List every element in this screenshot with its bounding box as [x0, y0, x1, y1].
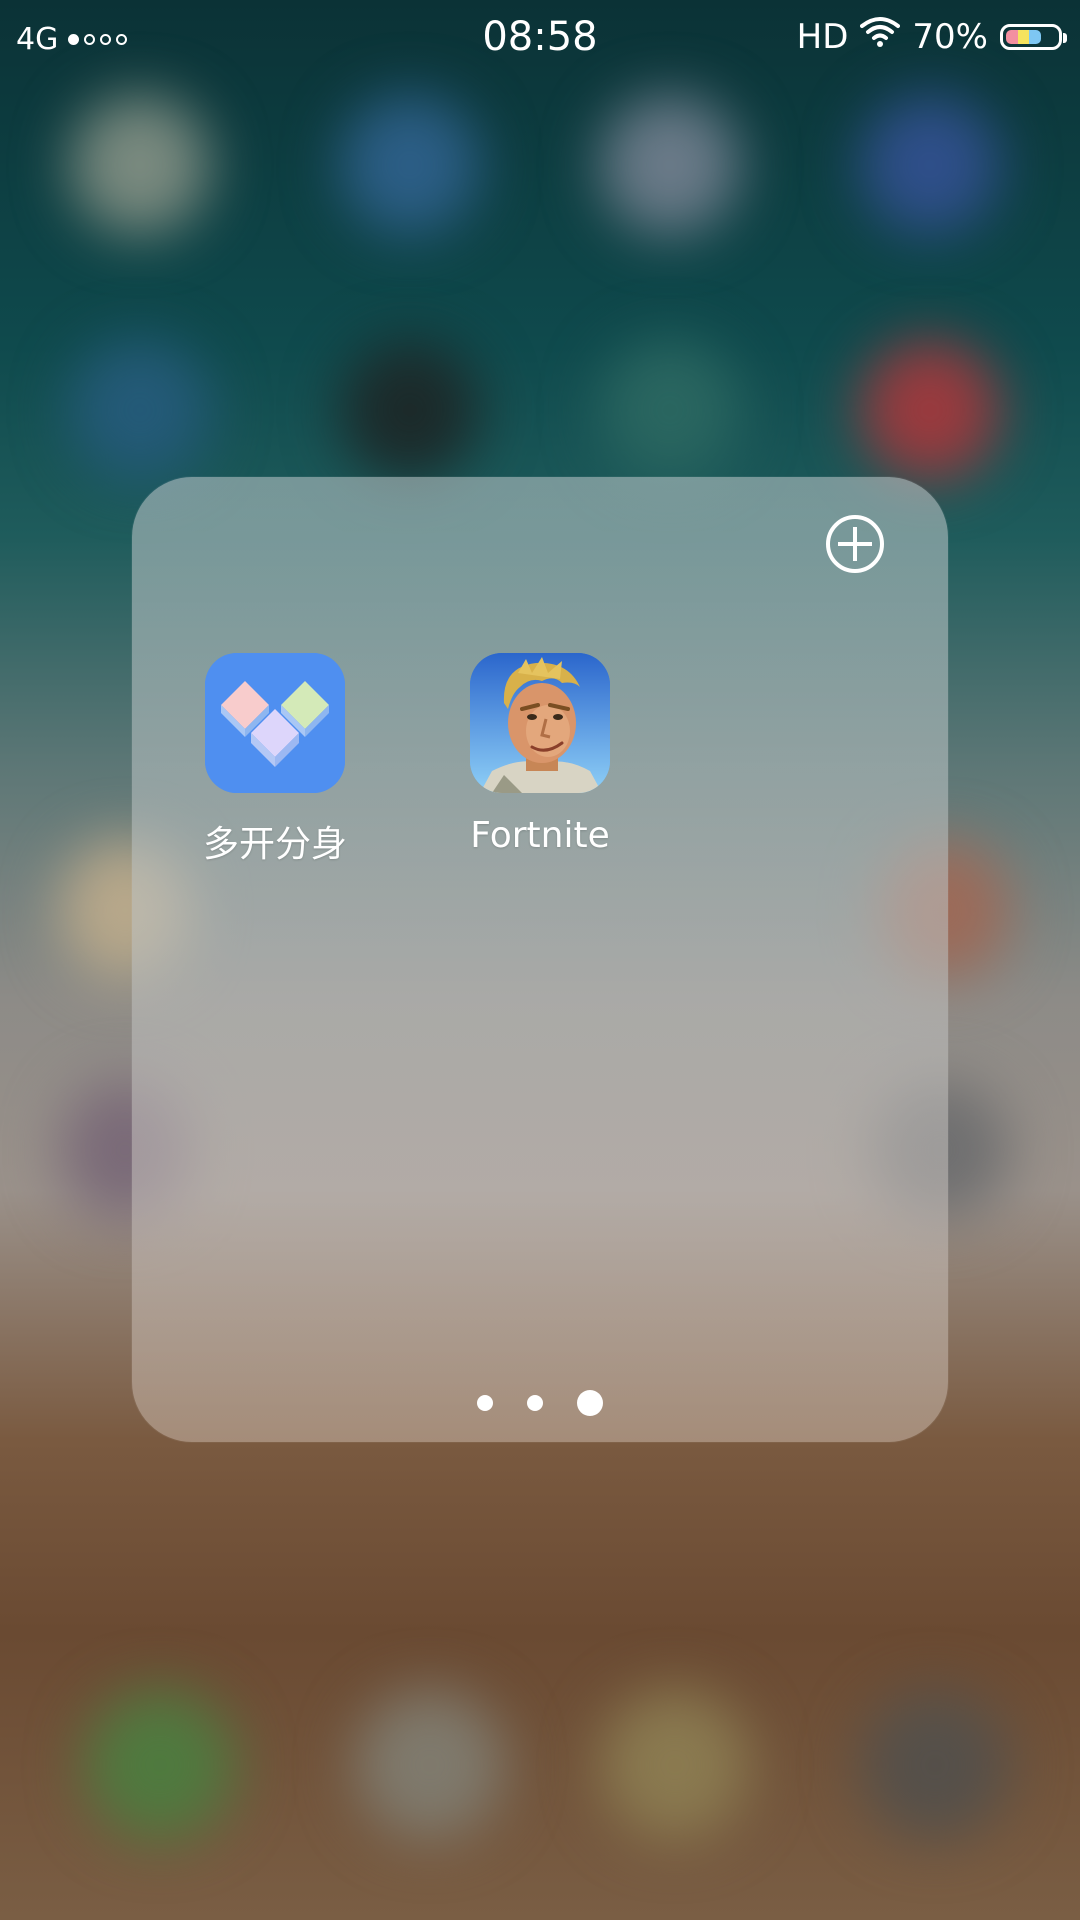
- page-dot[interactable]: [477, 1395, 493, 1411]
- blurred-app-icon: [340, 340, 480, 480]
- home-screen: 4G 08:58 HD 70% 多开分身 Fortnite: [0, 0, 1080, 1920]
- blurred-app-icon: [600, 340, 740, 480]
- fortnite-app-icon[interactable]: [470, 653, 610, 793]
- wifi-icon: [860, 16, 901, 57]
- hd-indicator: HD: [796, 16, 849, 57]
- battery-level: [1006, 29, 1041, 44]
- plus-circle-icon[interactable]: [826, 515, 884, 573]
- blurred-app-icon: [600, 95, 740, 235]
- battery-percent: 70%: [912, 16, 988, 57]
- multi-clone-app-icon[interactable]: [205, 653, 345, 793]
- dock-app-icon: [860, 1690, 1010, 1840]
- blurred-app-icon: [70, 95, 210, 235]
- blurred-app-icon: [860, 340, 1000, 480]
- battery-icon: [1000, 23, 1067, 50]
- system-status: HD 70%: [796, 16, 1067, 57]
- app-label: Fortnite: [470, 815, 610, 856]
- page-dot[interactable]: [527, 1395, 543, 1411]
- app-folder: 多开分身 Fortnite: [132, 477, 948, 1442]
- app-fortnite[interactable]: Fortnite: [440, 653, 640, 856]
- app-label: 多开分身: [202, 824, 347, 865]
- blurred-app-icon: [70, 340, 210, 480]
- status-bar: 4G 08:58 HD 70%: [0, 0, 1080, 78]
- app-multi-clone[interactable]: 多开分身: [175, 653, 375, 867]
- blurred-app-icon: [340, 95, 480, 235]
- dock-app-icon: [355, 1690, 505, 1840]
- dock-app-icon: [600, 1690, 750, 1840]
- page-dot-active[interactable]: [577, 1390, 603, 1416]
- page-indicator[interactable]: [132, 1390, 948, 1416]
- blurred-app-icon: [860, 95, 1000, 235]
- dock-app-icon: [85, 1690, 235, 1840]
